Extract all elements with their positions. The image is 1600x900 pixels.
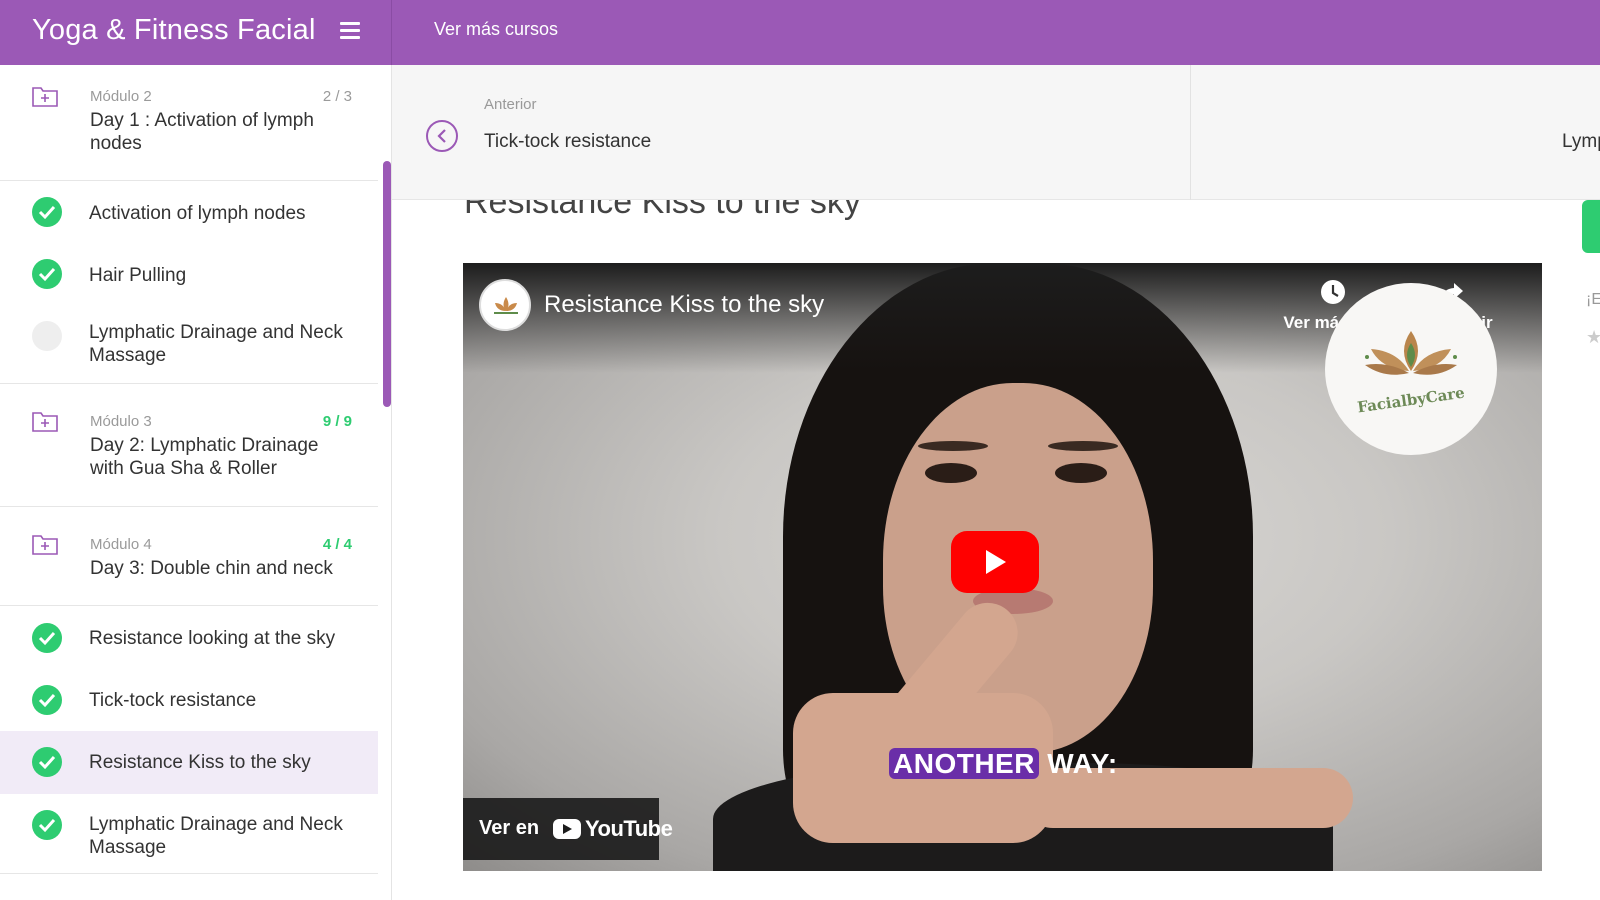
module-label: Módulo 2 xyxy=(90,88,152,105)
complete-lesson-tab[interactable] xyxy=(1582,200,1600,253)
module-title: Day 1 : Activation of lymph nodes xyxy=(90,110,314,154)
lesson-content: Resistance Kiss to the sky Anterior Tick… xyxy=(392,65,1600,900)
lesson-item[interactable]: Lymphatic Drainage and Neck Massage xyxy=(0,794,378,874)
video-player[interactable]: Resistance Kiss to the sky Ver más ta...… xyxy=(463,263,1542,871)
check-icon xyxy=(32,197,62,227)
check-icon xyxy=(32,810,62,840)
module-label: Módulo 4 xyxy=(90,536,152,553)
next-lesson-title[interactable]: Lymp xyxy=(1562,131,1600,153)
caption-highlight: ANOTHER xyxy=(889,748,1039,779)
module-progress: 2 / 3 xyxy=(322,88,352,105)
module-progress: 4 / 4 xyxy=(322,536,352,553)
channel-avatar[interactable] xyxy=(479,279,531,331)
check-icon xyxy=(32,259,62,289)
module-3[interactable]: Módulo 3 9 / 9 Day 2: Lymphatic Drainage… xyxy=(0,385,378,507)
module-progress: 9 / 9 xyxy=(322,413,352,430)
check-icon xyxy=(32,623,62,653)
top-bar: Yoga & Fitness Facial Ver más cursos xyxy=(0,0,1600,65)
folder-plus-icon xyxy=(32,412,58,432)
video-frame-detail xyxy=(1048,441,1118,451)
previous-lesson-button[interactable] xyxy=(426,120,458,152)
watch-on-label: Ver en xyxy=(479,817,540,839)
brand-area: Yoga & Fitness Facial xyxy=(0,0,392,65)
menu-icon[interactable] xyxy=(340,22,360,40)
module-title: Day 2: Lymphatic Drainage with Gua Sha &… xyxy=(90,435,319,479)
channel-watermark: FacialbyCare xyxy=(1325,283,1497,455)
lesson-item[interactable]: Resistance looking at the sky xyxy=(0,607,378,669)
more-courses-link[interactable]: Ver más cursos xyxy=(434,19,558,40)
youtube-wordmark: YouTube xyxy=(585,816,673,841)
clock-icon xyxy=(1321,280,1345,304)
nav-divider xyxy=(1190,65,1191,200)
module-4[interactable]: Módulo 4 4 / 4 Day 3: Double chin and ne… xyxy=(0,508,378,606)
lotus-logo-icon xyxy=(494,297,518,314)
module-title: Day 3: Double chin and neck xyxy=(90,558,333,579)
lesson-item[interactable]: Hair Pulling xyxy=(0,244,378,306)
play-button[interactable] xyxy=(951,531,1039,593)
lesson-title: Tick-tock resistance xyxy=(89,690,257,711)
folder-plus-icon xyxy=(32,87,58,107)
lesson-item[interactable]: Activation of lymph nodes xyxy=(0,182,378,244)
lotus-logo-icon xyxy=(1365,331,1457,375)
lesson-title: Resistance looking at the sky xyxy=(89,628,336,649)
module-2[interactable]: Módulo 2 2 / 3 Day 1 : Activation of lym… xyxy=(0,65,378,181)
watch-on-youtube-button[interactable]: Ver en YouTube xyxy=(463,798,673,860)
lesson-item[interactable]: Lymphatic Drainage and Neck Massage xyxy=(0,306,378,384)
play-icon xyxy=(986,550,1006,574)
video-frame-detail xyxy=(918,441,988,451)
youtube-logo-icon xyxy=(553,819,581,839)
chevron-left-icon xyxy=(437,129,446,143)
lesson-title: Hair Pulling xyxy=(89,265,187,286)
course-sidebar: Módulo 2 2 / 3 Day 1 : Activation of lym… xyxy=(0,65,392,900)
lesson-title: Resistance Kiss to the sky xyxy=(89,752,311,773)
sidebar-scrollbar[interactable] xyxy=(383,161,391,407)
previous-lesson-title[interactable]: Tick-tock resistance xyxy=(484,131,651,153)
lesson-title: Lymphatic Drainage and Neck Massage xyxy=(89,322,343,366)
check-icon xyxy=(32,685,62,715)
star-icon[interactable]: ★ xyxy=(1586,327,1600,348)
video-frame-detail xyxy=(925,463,977,483)
folder-plus-icon xyxy=(32,535,58,555)
lesson-title: Lymphatic Drainage and Neck Massage xyxy=(89,814,343,858)
video-title[interactable]: Resistance Kiss to the sky xyxy=(544,291,824,319)
video-frame-detail xyxy=(1055,463,1107,483)
side-panel-text: ¡Ev xyxy=(1586,291,1600,308)
check-icon xyxy=(32,747,62,777)
video-caption: ANOTHER WAY: xyxy=(889,748,1118,780)
caption-text: WAY: xyxy=(1038,748,1118,779)
app-title[interactable]: Yoga & Fitness Facial xyxy=(32,14,316,47)
lesson-navigation: Anterior Tick-tock resistance Lymp xyxy=(392,65,1600,200)
lesson-item-active[interactable]: Resistance Kiss to the sky xyxy=(0,731,378,794)
pending-status-icon xyxy=(32,321,62,351)
previous-label: Anterior xyxy=(484,96,537,113)
lesson-title: Activation of lymph nodes xyxy=(89,203,306,224)
lesson-item[interactable]: Tick-tock resistance xyxy=(0,669,378,731)
module-label: Módulo 3 xyxy=(90,413,152,430)
